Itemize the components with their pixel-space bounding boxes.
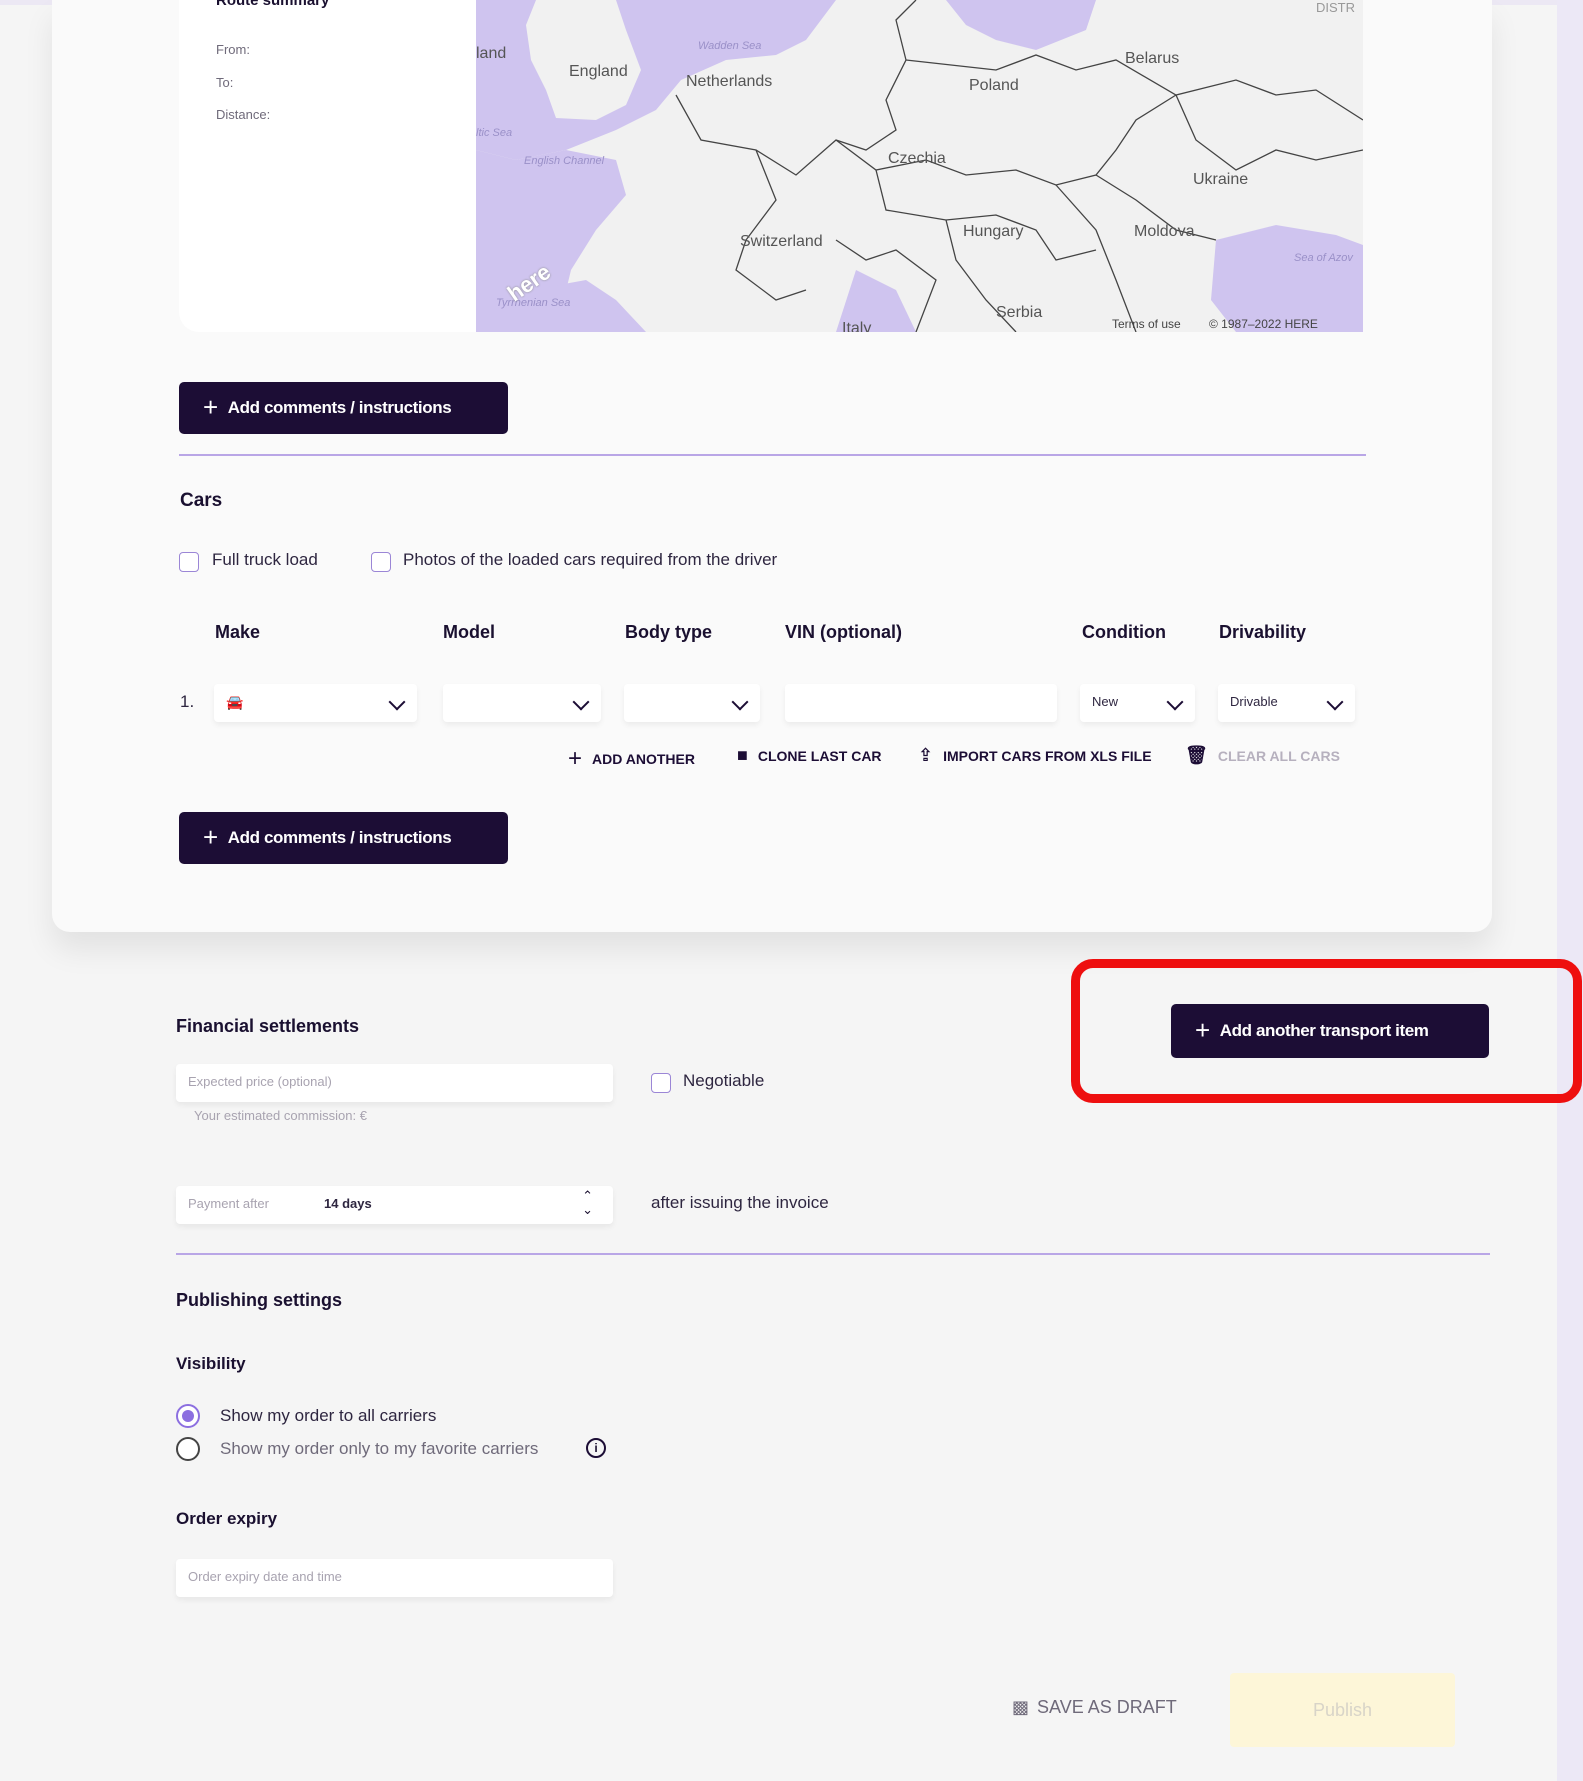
expected-price-placeholder: Expected price (optional): [188, 1074, 332, 1089]
negotiable-checkbox[interactable]: [651, 1073, 671, 1093]
map-label: Czechia: [888, 150, 946, 167]
clone-last-label: CLONE LAST CAR: [757, 747, 882, 764]
car-row-index: 1.: [180, 692, 195, 711]
cars-title: Cars: [180, 490, 223, 511]
make-select[interactable]: 🚘: [214, 684, 417, 722]
map-label: Poland: [969, 77, 1019, 94]
map-label: Italy: [842, 320, 872, 332]
payment-after-value: 14 days: [324, 1196, 372, 1211]
right-scroll-rail[interactable]: [1557, 0, 1583, 1781]
model-select[interactable]: [443, 684, 601, 722]
clone-last-car-button[interactable]: ■ CLONE LAST CAR: [737, 745, 882, 766]
plus-icon: +: [203, 821, 218, 852]
route-from-label: From:: [216, 42, 250, 57]
map-label: DISTR: [1316, 0, 1355, 15]
add-comments-label: Add comments / instructions: [227, 398, 452, 417]
map-sea-label: Tyrrhenian Sea: [496, 297, 571, 309]
save-draft-button[interactable]: ▩ SAVE AS DRAFT: [1012, 1697, 1177, 1718]
column-vin: VIN (optional): [785, 622, 902, 642]
plus-icon: +: [203, 391, 218, 422]
route-distance-label: Distance:: [216, 107, 271, 122]
map-label: Ukraine: [1193, 171, 1249, 188]
commission-text: Your estimated commission: €: [194, 1108, 367, 1123]
drivability-value: Drivable: [1230, 694, 1278, 709]
trash-icon: 🗑: [1185, 745, 1208, 765]
photos-required-label: Photos of the loaded cars required from …: [403, 550, 778, 569]
financial-title: Financial settlements: [176, 1016, 360, 1036]
save-draft-label: SAVE AS DRAFT: [1037, 1697, 1177, 1717]
column-body-type: Body type: [625, 622, 713, 642]
map-label: England: [569, 63, 628, 80]
import-xls-label: IMPORT CARS FROM XLS FILE: [943, 747, 1152, 764]
payment-suffix: after issuing the invoice: [651, 1193, 829, 1212]
clone-icon: ■: [737, 745, 748, 765]
add-another-car-button[interactable]: + ADD ANOTHER: [568, 745, 695, 773]
map-copyright: © 1987–2022 HERE: [1209, 317, 1318, 331]
map-label: Belarus: [1125, 50, 1180, 67]
order-expiry-title: Order expiry: [176, 1509, 278, 1528]
chevron-down-icon: [1326, 693, 1344, 711]
save-icon: ▩: [1012, 1697, 1030, 1717]
condition-select[interactable]: New: [1080, 684, 1195, 722]
map-label: Netherlands: [686, 73, 773, 90]
info-icon[interactable]: i: [586, 1438, 606, 1458]
body-type-select[interactable]: [624, 684, 760, 722]
map-sea-label: English Channel: [524, 155, 605, 167]
column-condition: Condition: [1082, 622, 1166, 642]
publish-button[interactable]: Publish: [1230, 1673, 1455, 1747]
drivability-select[interactable]: Drivable: [1218, 684, 1355, 722]
plus-icon: +: [568, 745, 583, 772]
highlight-annotation: [1071, 959, 1582, 1103]
map-sea-label: Sea of Azov: [1294, 252, 1353, 264]
section-divider: [176, 1253, 1490, 1255]
map-label: Hungary: [963, 223, 1024, 240]
route-summary-title: Route summary: [216, 0, 330, 9]
add-another-label: ADD ANOTHER: [592, 751, 695, 767]
order-expiry-input[interactable]: Order expiry date and time: [176, 1559, 613, 1597]
visibility-favorites-label: Show my order only to my favorite carrie…: [220, 1439, 539, 1458]
chevron-down-icon: [731, 693, 749, 711]
photos-required-checkbox[interactable]: [371, 552, 391, 572]
map-label: Moldova: [1134, 223, 1195, 240]
visibility-favorites-radio[interactable]: [176, 1437, 200, 1461]
order-expiry-placeholder: Order expiry date and time: [188, 1569, 342, 1584]
import-xls-button[interactable]: ⇪ IMPORT CARS FROM XLS FILE: [918, 745, 1152, 766]
visibility-title: Visibility: [176, 1354, 246, 1373]
column-drivability: Drivability: [1219, 622, 1307, 642]
route-map[interactable]: land England Netherlands Poland Belarus …: [476, 0, 1363, 332]
route-to-label: To:: [216, 75, 234, 90]
clear-all-label: CLEAR ALL CARS: [1217, 747, 1340, 764]
section-divider: [179, 454, 1366, 456]
publishing-title: Publishing settings: [176, 1290, 343, 1310]
negotiable-label: Negotiable: [683, 1071, 765, 1090]
full-truck-load-label: Full truck load: [212, 550, 318, 569]
map-label: land: [476, 45, 507, 62]
car-icon: 🚘: [226, 694, 244, 710]
map-sea-label: Wadden Sea: [698, 40, 762, 52]
chevron-down-icon: [388, 693, 406, 711]
vin-input[interactable]: [785, 684, 1057, 722]
add-comments-label: Add comments / instructions: [227, 828, 452, 847]
full-truck-load-checkbox[interactable]: [179, 552, 199, 572]
column-model: Model: [443, 622, 495, 642]
column-make: Make: [215, 622, 261, 642]
add-comments-button-bottom[interactable]: + Add comments / instructions: [179, 812, 508, 864]
condition-value: New: [1092, 694, 1119, 709]
chevron-down-icon: [1166, 693, 1184, 711]
chevron-down-icon: [572, 693, 590, 711]
add-comments-button-top[interactable]: + Add comments / instructions: [179, 382, 508, 434]
payment-after-label: Payment after: [188, 1196, 269, 1211]
map-label: Serbia: [996, 304, 1043, 321]
visibility-all-radio[interactable]: [176, 1404, 200, 1428]
publish-label: Publish: [1312, 1699, 1373, 1720]
map-sea-label: ltic Sea: [476, 127, 513, 139]
map-label: Switzerland: [740, 233, 823, 250]
stepper-arrows-icon[interactable]: ⌃ ⌄: [582, 1189, 593, 1217]
map-terms-link[interactable]: Terms of use: [1112, 317, 1181, 331]
expected-price-input[interactable]: Expected price (optional): [176, 1064, 613, 1102]
upload-icon: ⇪: [918, 745, 934, 765]
payment-after-stepper[interactable]: Payment after 14 days ⌃ ⌄: [176, 1186, 613, 1224]
clear-all-cars-button[interactable]: 🗑 CLEAR ALL CARS: [1185, 745, 1340, 766]
visibility-all-label: Show my order to all carriers: [220, 1406, 437, 1425]
